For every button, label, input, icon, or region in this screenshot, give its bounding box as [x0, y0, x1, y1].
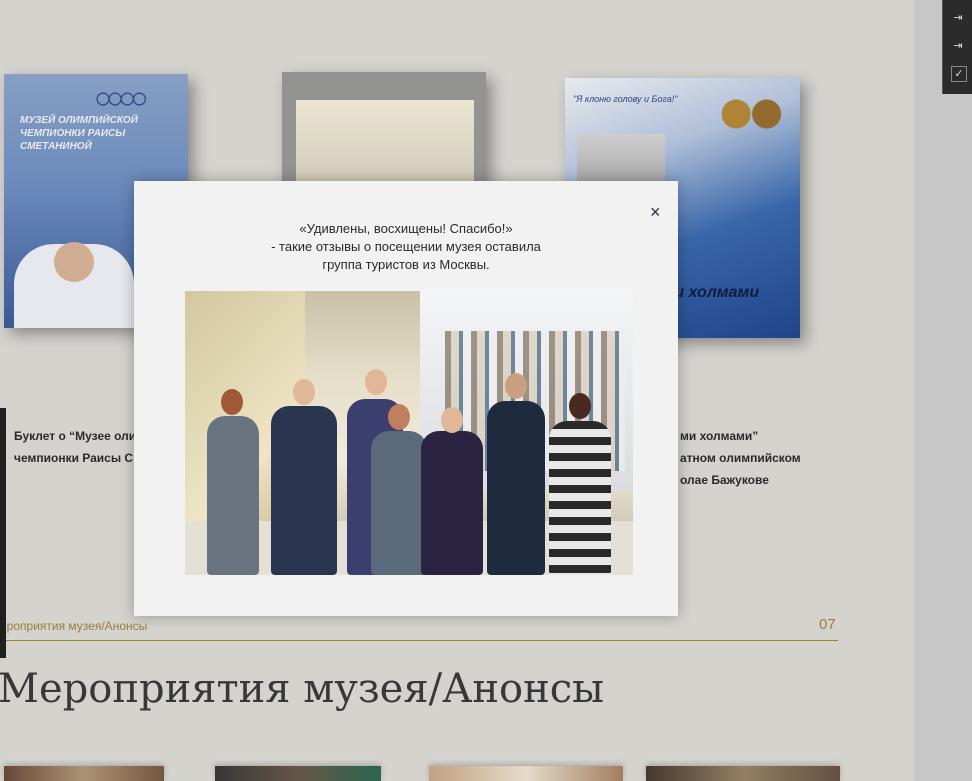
checkbox-icon[interactable]: ✓ — [951, 66, 967, 82]
person-figure — [487, 401, 545, 575]
modal-line: «Удивлены, восхищены! Спасибо!» — [299, 221, 513, 236]
close-icon[interactable]: × — [650, 203, 661, 221]
person-head — [388, 404, 410, 430]
person-figure — [371, 431, 427, 575]
person-figure — [271, 406, 337, 575]
person-head — [221, 389, 243, 415]
person-head — [569, 393, 591, 419]
person-head — [365, 369, 387, 395]
person-figure — [549, 421, 611, 575]
person-figure — [207, 416, 259, 575]
review-modal: × «Удивлены, восхищены! Спасибо!» - таки… — [134, 181, 678, 616]
group-photo — [185, 291, 633, 575]
modal-line: - такие отзывы о посещении музея оставил… — [271, 239, 541, 254]
person-head — [293, 379, 315, 405]
outdent-icon[interactable]: ⇥ — [949, 38, 967, 54]
indent-icon[interactable]: ⇥ — [949, 10, 967, 26]
modal-line: группа туристов из Москвы. — [322, 257, 490, 272]
person-head — [441, 407, 463, 433]
right-gutter — [914, 0, 972, 781]
person-figure — [421, 431, 483, 575]
tool-panel: ⇥ ⇥ ✓ — [942, 0, 972, 94]
person-head — [505, 373, 527, 399]
modal-message: «Удивлены, восхищены! Спасибо!» - такие … — [134, 220, 678, 274]
